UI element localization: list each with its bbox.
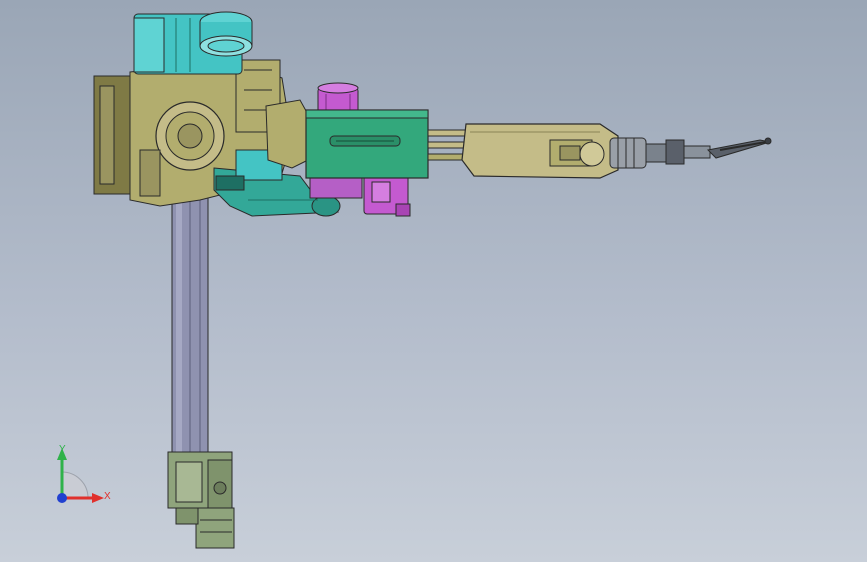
upper-arm-link[interactable] bbox=[265, 99, 311, 169]
forearm-link[interactable] bbox=[461, 123, 619, 179]
vertical-column[interactable] bbox=[171, 194, 209, 461]
magenta-joint-lower[interactable] bbox=[363, 173, 411, 217]
graphics-viewport[interactable]: Y X bbox=[0, 0, 867, 562]
cyan-top-motor[interactable] bbox=[133, 11, 253, 75]
robot-arm-model[interactable] bbox=[0, 0, 867, 562]
wrist-assembly[interactable] bbox=[609, 137, 711, 169]
forearm-motor-block[interactable] bbox=[305, 109, 429, 179]
triad-y-label: Y bbox=[59, 444, 66, 455]
magenta-joint-mid[interactable] bbox=[309, 175, 363, 199]
welding-torch[interactable] bbox=[706, 137, 772, 159]
base-motor-housing[interactable] bbox=[167, 451, 235, 549]
magenta-joint-upper[interactable] bbox=[317, 82, 359, 115]
triad-x-label: X bbox=[104, 491, 111, 502]
